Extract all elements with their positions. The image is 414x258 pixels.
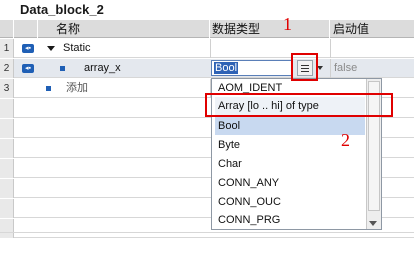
element-bullet-icon (46, 86, 51, 91)
scroll-down-icon[interactable] (369, 221, 377, 226)
annotation-label-2: 2 (341, 130, 350, 150)
add-new-row[interactable]: 添加 (66, 79, 88, 98)
annotation-box-1 (291, 53, 318, 81)
bottom-divider (0, 232, 414, 233)
row-number (0, 199, 14, 218)
header-name[interactable]: 名称 (38, 20, 210, 38)
row-number (0, 219, 14, 238)
start-value[interactable]: false (334, 59, 357, 78)
block-title: Data_block_2 (20, 2, 104, 17)
row-number: 2 (0, 59, 14, 78)
column-divider (330, 39, 331, 58)
interface-io-icon: ◂▪ (22, 64, 34, 73)
header-icon-cell (14, 20, 38, 38)
title-bar: Data_block_2 (0, 0, 414, 20)
column-divider (330, 59, 331, 78)
column-divider (210, 39, 211, 58)
annotation-box-2 (205, 93, 393, 117)
table-row-array-x[interactable]: 2 ◂▪ array_x Bool false (0, 59, 414, 78)
data-type-value: Bool (214, 62, 239, 74)
dropdown-option[interactable]: CONN_PRG (215, 211, 365, 229)
expand-triangle-icon[interactable] (47, 46, 55, 51)
annotation-label-1: 1 (283, 14, 292, 34)
row-number (0, 99, 14, 118)
row-number: 3 (0, 79, 14, 98)
row-number (0, 179, 14, 198)
row-number (0, 119, 14, 138)
interface-io-icon: ◂▪ (22, 44, 34, 53)
element-bullet-icon (60, 66, 65, 71)
header-start-value[interactable]: 启动值 (330, 20, 414, 38)
row-number (0, 159, 14, 178)
header-number-cell (0, 20, 14, 38)
table-row-static[interactable]: 1 ◂▪ Static (0, 39, 414, 58)
dropdown-option[interactable]: CONN_OUC (215, 193, 365, 211)
table-header: 名称 数据类型 启动值 (0, 20, 414, 38)
row-number (0, 139, 14, 158)
row-number: 1 (0, 39, 14, 58)
dropdown-option[interactable]: CONN_ANY (215, 174, 365, 192)
data-type-input[interactable]: Bool (211, 60, 293, 76)
header-data-type[interactable]: 数据类型 (210, 20, 330, 38)
row-name[interactable]: Static (63, 39, 91, 58)
dropdown-option[interactable]: Char (215, 155, 365, 173)
row-name[interactable]: array_x (84, 59, 121, 78)
